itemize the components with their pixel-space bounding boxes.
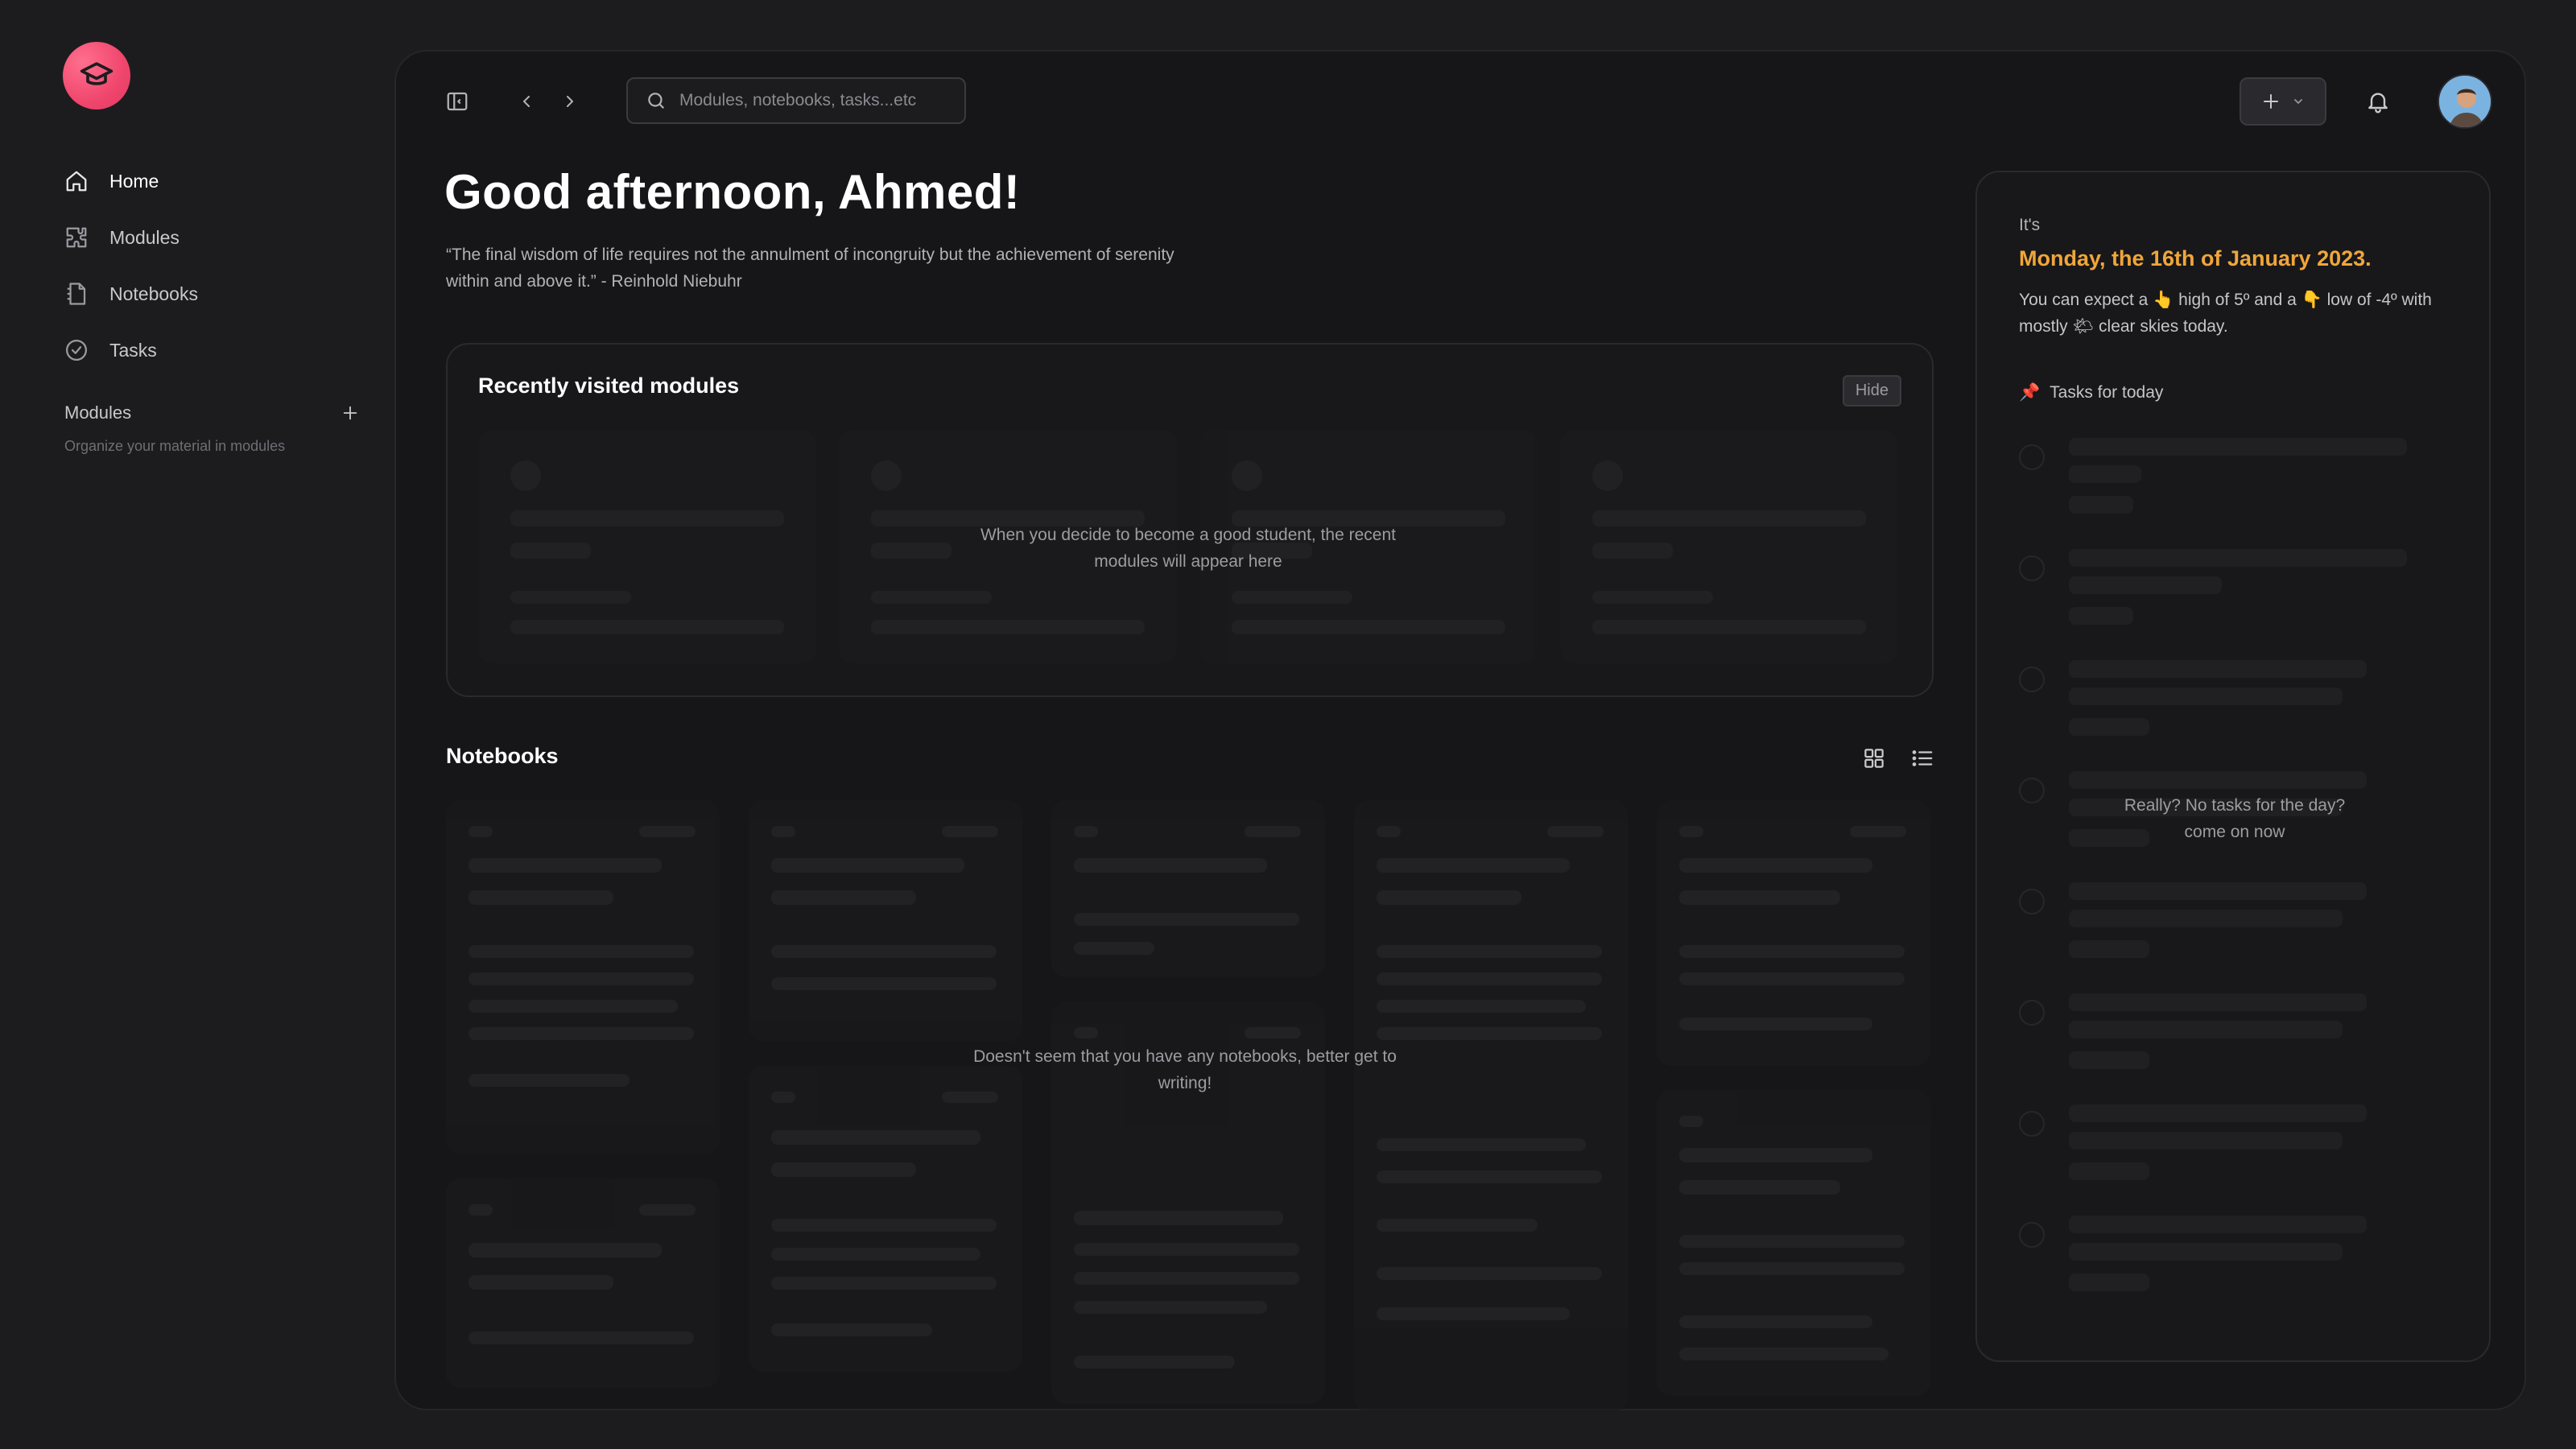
tasks-heading-label: Tasks for today (2050, 383, 2164, 402)
list-view-button[interactable] (1906, 742, 1938, 774)
graduation-cap-icon (79, 56, 114, 96)
notebook-placeholder (446, 1179, 720, 1388)
forward-button[interactable] (554, 85, 586, 118)
recent-modules-title: Recently visited modules (478, 374, 740, 398)
today-intro: It's (2019, 216, 2041, 234)
create-new-button[interactable] (2240, 77, 2326, 126)
chevron-right-icon (567, 96, 573, 107)
recent-modules-card: Recently visited modules Hide When you d… (446, 343, 1934, 697)
sidebar-item-home[interactable]: Home (63, 153, 369, 209)
notebook-placeholder (1657, 1090, 1930, 1396)
module-placeholder (478, 430, 816, 663)
sidebar-item-label: Home (109, 170, 159, 192)
grid-icon (1864, 749, 1884, 768)
weather-summary: You can expect a 👆 high of 5º and a 👇 lo… (2019, 291, 2432, 336)
sidebar-modules-subtitle: Organize your material in modules (64, 438, 286, 454)
sun-cloud-icon: 🌤 (2072, 317, 2095, 336)
avatar-photo (2439, 76, 2491, 127)
page-title: Good afternoon, Ahmed! (444, 165, 1021, 219)
task-placeholder (2019, 660, 2438, 757)
tasks-heading: 📌 Tasks for today (2019, 383, 2163, 402)
sidebar-nav: Home Modules Notebooks Tasks (63, 153, 369, 378)
notebook-icon (63, 280, 90, 308)
notebooks-empty-message: Doesn't seem that you have any notebooks… (973, 1047, 1397, 1092)
chevron-left-icon (523, 96, 530, 107)
notebook-placeholder (749, 800, 1022, 1042)
task-placeholder (2019, 882, 2438, 979)
recent-modules-empty-message: When you decide to become a good student… (980, 526, 1396, 571)
pointing-down-icon: 👇 (2301, 291, 2322, 309)
main-panel: Good afternoon, Ahmed! “The final wisdom… (394, 50, 2526, 1412)
task-placeholder (2019, 1216, 2438, 1312)
plus-icon (343, 406, 357, 420)
tasks-empty-message: Really? No tasks for the day? come on no… (2124, 796, 2346, 841)
app-logo[interactable] (63, 42, 130, 109)
grid-view-button[interactable] (1858, 742, 1890, 774)
notebook-placeholder (749, 1066, 1022, 1372)
back-button[interactable] (510, 85, 543, 118)
task-placeholder (2019, 438, 2438, 535)
search-icon (648, 93, 664, 109)
sidebar-item-label: Modules (109, 226, 180, 248)
notifications-button[interactable] (2360, 84, 2396, 119)
sidebar-item-label: Tasks (109, 339, 157, 361)
sidebar-item-notebooks[interactable]: Notebooks (63, 266, 369, 322)
home-icon (63, 167, 90, 195)
task-placeholder (2019, 549, 2438, 646)
pin-icon: 📌 (2019, 383, 2041, 402)
task-placeholder (2019, 993, 2438, 1090)
toggle-sidebar-button[interactable] (441, 85, 473, 118)
plus-icon (2264, 94, 2278, 109)
sidebar: Home Modules Notebooks Tasks Modules Org… (0, 0, 394, 1449)
sidebar-item-tasks[interactable]: Tasks (63, 322, 369, 378)
sidebar-modules-heading: Modules (64, 402, 132, 423)
list-icon (1912, 750, 1933, 766)
add-module-button[interactable] (338, 401, 362, 425)
hide-button[interactable]: Hide (1842, 375, 1901, 407)
module-placeholder (1560, 430, 1898, 663)
sidebar-toggle-icon (447, 92, 468, 111)
notebook-placeholder (1051, 800, 1325, 977)
task-placeholder (2019, 1104, 2438, 1201)
notebook-placeholder (1354, 800, 1628, 1412)
notebook-placeholder (446, 800, 720, 1154)
notebook-placeholder (1657, 800, 1930, 1066)
today-date: Monday, the 16th of January 2023. (2019, 246, 2372, 270)
user-avatar[interactable] (2438, 74, 2492, 129)
notebooks-title: Notebooks (446, 744, 559, 768)
puzzle-icon (63, 224, 90, 251)
top-bar (396, 52, 2524, 156)
sidebar-item-modules[interactable]: Modules (63, 209, 369, 266)
search-input[interactable] (679, 91, 953, 110)
sidebar-item-label: Notebooks (109, 283, 198, 304)
check-circle-icon (63, 336, 90, 364)
sidebar-modules-section: Modules Organize your material in module… (64, 401, 362, 455)
search-bar[interactable] (626, 77, 966, 124)
today-panel: It's Monday, the 16th of January 2023. Y… (1975, 171, 2491, 1362)
daily-quote: “The final wisdom of life requires not t… (446, 246, 1174, 291)
bell-icon (2368, 93, 2388, 114)
pointing-up-icon: 👆 (2153, 291, 2174, 309)
chevron-down-icon (2294, 99, 2302, 104)
